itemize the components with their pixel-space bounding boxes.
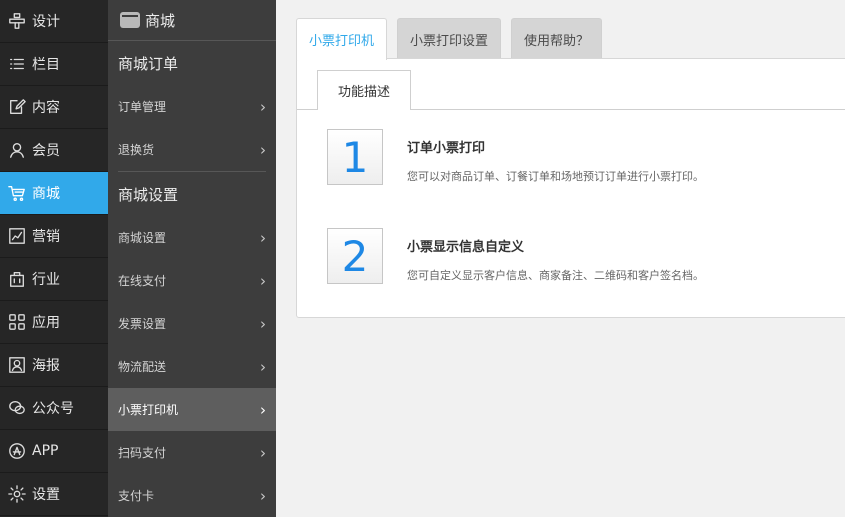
nav-posters[interactable]: 海报 — [0, 344, 108, 387]
nav-app[interactable]: APP — [0, 430, 108, 473]
briefcase-icon — [7, 269, 27, 289]
feature-title: 订单小票打印 — [407, 141, 486, 156]
nav-apps-label: 应用 — [32, 315, 60, 331]
nav-app-label: APP — [32, 443, 59, 459]
subnav-item-label: 在线支付 — [118, 274, 167, 288]
subnav-header: 商城 — [108, 0, 276, 41]
chevron-right-icon: › — [260, 97, 266, 116]
section-title-settings: 商城设置 — [118, 185, 179, 204]
chevron-right-icon: › — [260, 314, 266, 333]
tab-print-settings[interactable]: 小票打印设置 — [397, 18, 502, 59]
nav-mall[interactable]: 商城 — [0, 172, 108, 215]
nav-members[interactable]: 会员 — [0, 129, 108, 172]
subnav-item-returns[interactable]: 退换货 › — [108, 128, 276, 171]
chevron-right-icon: › — [260, 228, 266, 247]
edit-icon — [7, 97, 27, 117]
subnav-item-label: 小票打印机 — [118, 403, 179, 417]
nav-apps[interactable]: 应用 — [0, 301, 108, 344]
subnav-item-order-management[interactable]: 订单管理 › — [108, 85, 276, 128]
feature-description: 您可以对商品订单、订餐订单和场地预订订单进行小票打印。 — [407, 170, 704, 183]
subnav-item-label: 支付卡 — [118, 489, 155, 503]
feature-number-badge: 2 — [327, 228, 383, 284]
tab-receipt-printer[interactable]: 小票打印机 — [296, 18, 388, 60]
nav-settings-label: 设置 — [32, 487, 60, 503]
app-store-icon — [7, 441, 27, 461]
nav-content-label: 内容 — [32, 100, 60, 116]
subnav-item-label: 退换货 — [118, 143, 155, 157]
chevron-right-icon: › — [260, 400, 266, 419]
chevron-right-icon: › — [260, 357, 266, 376]
nav-marketing[interactable]: 营销 — [0, 215, 108, 258]
subnav-item-payment-card[interactable]: 支付卡 › — [108, 474, 276, 517]
subnav-item-label: 商城设置 — [118, 231, 167, 245]
content-panel: 功能描述 1 订单小票打印 您可以对商品订单、订餐订单和场地预订订单进行小票打印… — [296, 58, 845, 318]
subnav-item-invoice-settings[interactable]: 发票设置 › — [108, 302, 276, 345]
primary-sidebar: 设计 栏目 内容 会员 商城 营销 行业 应用 海报 公众号 APP 设置 — [0, 0, 108, 517]
nav-columns-label: 栏目 — [32, 57, 60, 73]
nav-mall-label: 商城 — [32, 186, 60, 202]
subnav-item-receipt-printer[interactable]: 小票打印机 › — [108, 388, 276, 431]
nav-industry-label: 行业 — [32, 272, 60, 288]
nav-content[interactable]: 内容 — [0, 86, 108, 129]
tab-help[interactable]: 使用帮助？ — [511, 18, 603, 59]
subtab-feature-description[interactable]: 功能描述 — [317, 70, 412, 110]
subnav-header-label: 商城 — [145, 11, 176, 30]
section-title-orders: 商城订单 — [118, 54, 179, 73]
subnav-item-label: 订单管理 — [118, 100, 167, 114]
nav-marketing-label: 营销 — [32, 229, 60, 245]
nav-members-label: 会员 — [32, 143, 60, 159]
feature-title: 小票显示信息自定义 — [407, 240, 525, 255]
gear-icon — [7, 484, 27, 504]
nav-design-label: 设计 — [32, 14, 60, 30]
list-icon — [7, 54, 27, 74]
nav-posters-label: 海报 — [32, 358, 60, 374]
nav-settings[interactable]: 设置 — [0, 473, 108, 516]
subnav-item-logistics[interactable]: 物流配送 › — [108, 345, 276, 388]
nav-industry[interactable]: 行业 — [0, 258, 108, 301]
nav-design[interactable]: 设计 — [0, 0, 108, 43]
feature-number-badge: 1 — [327, 129, 383, 185]
feature-description: 您可自定义显示客户信息、商家备注、二维码和客户签名档。 — [407, 269, 704, 282]
subnav-item-qr-payment[interactable]: 扫码支付 › — [108, 431, 276, 474]
apps-icon — [7, 312, 27, 332]
feature-item: 1 订单小票打印 您可以对商品订单、订餐订单和场地预订订单进行小票打印。 — [327, 129, 704, 185]
wechat-icon — [7, 398, 27, 418]
user-icon — [7, 140, 27, 160]
subnav-item-label: 发票设置 — [118, 317, 167, 331]
chevron-right-icon: › — [260, 443, 266, 462]
nav-wechat[interactable]: 公众号 — [0, 387, 108, 430]
subnav-item-mall-settings[interactable]: 商城设置 › — [108, 216, 276, 259]
cart-icon — [7, 183, 27, 203]
main-content: 小票打印机 小票打印设置 使用帮助？ 功能描述 1 订单小票打印 您可以对商品订… — [276, 0, 845, 517]
secondary-sidebar: 商城 商城订单 订单管理 › 退换货 › 商城设置 商城设置 › 在线支付 › 发票设置… — [108, 0, 276, 517]
chevron-right-icon: › — [260, 486, 266, 505]
nav-columns[interactable]: 栏目 — [0, 43, 108, 86]
feature-item: 2 小票显示信息自定义 您可自定义显示客户信息、商家备注、二维码和客户签名档。 — [327, 228, 704, 284]
subnav-item-label: 物流配送 — [118, 360, 167, 374]
design-icon — [7, 11, 27, 31]
subnav-item-label: 扫码支付 — [118, 446, 167, 460]
nav-wechat-label: 公众号 — [32, 401, 74, 417]
chevron-right-icon: › — [260, 271, 266, 290]
shop-icon — [120, 12, 140, 28]
chevron-right-icon: › — [260, 140, 266, 159]
subnav-item-online-payment[interactable]: 在线支付 › — [108, 259, 276, 302]
chart-icon — [7, 226, 27, 246]
poster-icon — [7, 355, 27, 375]
tab-bar: 小票打印机 小票打印设置 使用帮助？ — [296, 18, 612, 60]
